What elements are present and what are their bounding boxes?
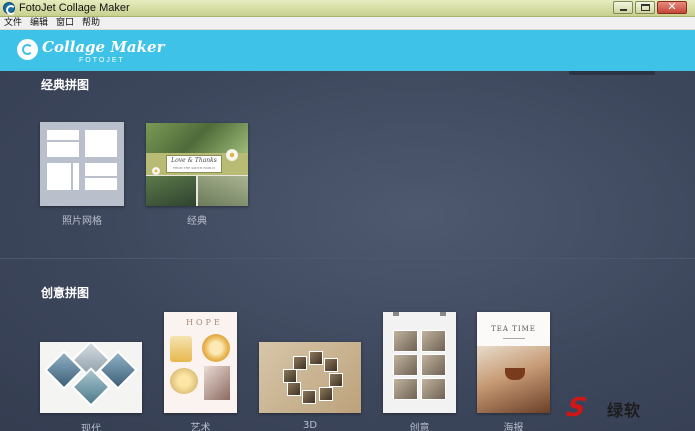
3d-template-thumbnail[interactable]: [259, 342, 361, 413]
grid-template-thumbnail[interactable]: [40, 122, 124, 206]
photo-field: [198, 176, 248, 206]
template-card-art[interactable]: HOPE 艺术: [164, 312, 237, 431]
title-bar: FotoJet Collage Maker ✕: [0, 0, 695, 17]
maximize-icon: [641, 4, 650, 11]
menu-help[interactable]: 帮助: [78, 17, 104, 29]
template-card-poster[interactable]: TEA TIME 海报: [477, 312, 550, 431]
app-header: Collage Maker FOTOJET: [0, 30, 695, 71]
modern-template-thumbnail[interactable]: [40, 342, 142, 413]
template-card-creative[interactable]: 创意: [383, 312, 456, 431]
hope-text: HOPE: [186, 318, 223, 327]
fotojet-logo-icon: [17, 39, 38, 60]
logo-title: Collage Maker: [42, 38, 165, 56]
minimize-icon: [620, 9, 627, 11]
watermark-s-icon: S: [563, 393, 589, 423]
close-icon: ✕: [667, 0, 677, 13]
creative-template-thumbnail[interactable]: [383, 312, 456, 413]
logo-subtitle: FOTOJET: [79, 57, 125, 64]
menu-file[interactable]: 文件: [0, 17, 26, 29]
watermark-text: 绿软: [607, 401, 642, 420]
template-label-modern: 现代: [81, 424, 101, 431]
poster-template-thumbnail[interactable]: TEA TIME: [477, 312, 550, 413]
food-photo: [202, 334, 230, 362]
template-card-modern[interactable]: 现代: [40, 342, 142, 431]
template-gallery: 经典拼图 照片网格 Love & Thanks FROM THE SMITH F…: [0, 71, 695, 431]
template-label-3d: 3D: [302, 420, 318, 431]
menu-window[interactable]: 窗口: [52, 17, 78, 29]
close-button[interactable]: ✕: [657, 0, 687, 14]
template-label-poster: 海报: [503, 423, 524, 431]
tea-time-text: TEA TIME: [491, 325, 536, 333]
minimize-button[interactable]: [613, 1, 633, 14]
bread-photo: [170, 368, 198, 394]
template-card-3d[interactable]: 3D: [259, 342, 361, 431]
template-card-photo-grid[interactable]: 照片网格: [40, 122, 124, 232]
window-controls: ✕: [611, 0, 687, 14]
app-icon: [3, 2, 16, 15]
puppy-photo: [204, 366, 230, 400]
section-divider: [0, 258, 695, 259]
flower-icon: [226, 149, 238, 161]
template-label-creative: 创意: [409, 423, 430, 431]
window-title: FotoJet Collage Maker: [19, 2, 130, 14]
maximize-button[interactable]: [635, 1, 655, 14]
template-label-art: 艺术: [190, 423, 211, 431]
template-card-classic[interactable]: Love & Thanks FROM THE SMITH FAMILY 经典: [146, 123, 248, 233]
menu-bar: 文件 编辑 窗口 帮助: [0, 17, 695, 30]
top-tab-strip: [569, 71, 655, 75]
template-label-photo-grid: 照片网格: [62, 216, 102, 227]
template-label-classic: 经典: [187, 216, 207, 227]
menu-edit[interactable]: 编辑: [26, 17, 52, 29]
flower-icon: [152, 167, 160, 175]
art-template-thumbnail[interactable]: HOPE: [164, 312, 237, 413]
photo-garden: [146, 176, 196, 206]
classic-template-thumbnail[interactable]: Love & Thanks FROM THE SMITH FAMILY: [146, 123, 248, 206]
section-title-classic: 经典拼图: [41, 78, 90, 92]
card-subtitle-text: FROM THE SMITH FAMILY: [172, 166, 216, 170]
drink-photo: [170, 336, 192, 362]
love-thanks-card: Love & Thanks FROM THE SMITH FAMILY: [166, 155, 222, 173]
card-title-text: Love & Thanks: [171, 157, 217, 164]
watermark-logo: S 绿软: [563, 391, 687, 423]
section-title-creative: 创意拼图: [41, 286, 90, 300]
teacup-icon: [505, 368, 525, 380]
